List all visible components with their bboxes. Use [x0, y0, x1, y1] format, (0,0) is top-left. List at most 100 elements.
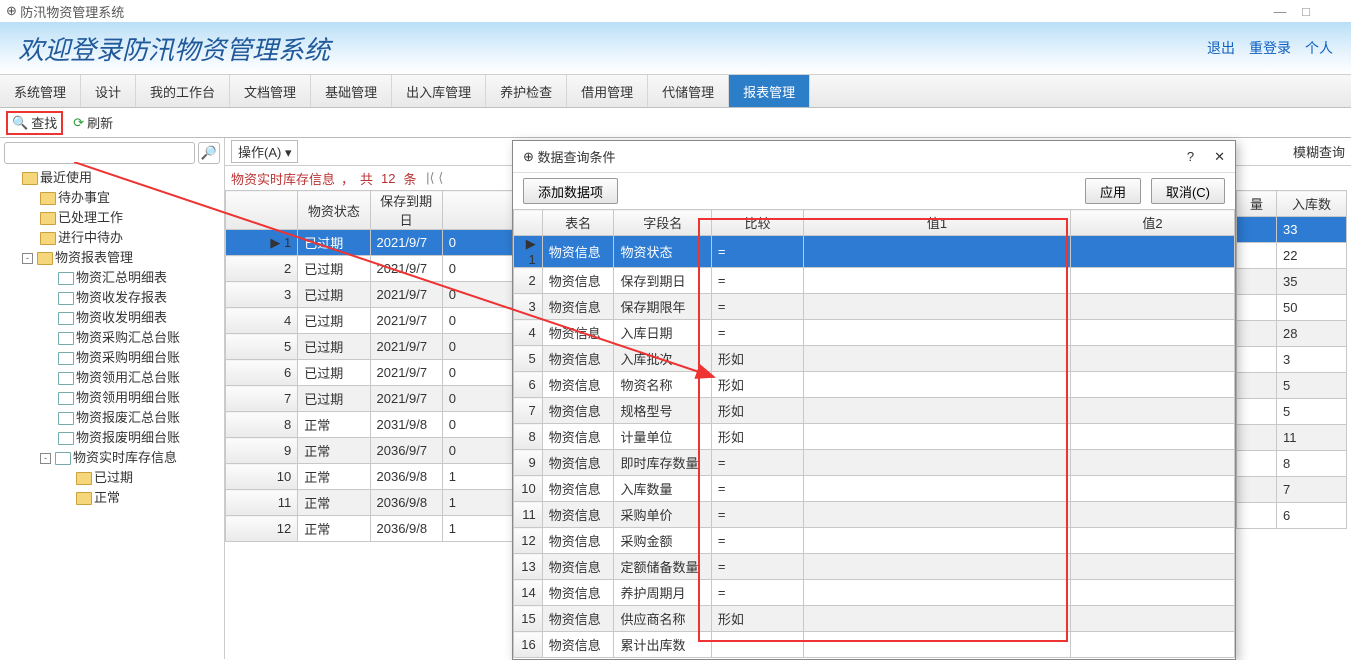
tree-node[interactable]: 物资报废明细台账	[4, 428, 220, 448]
row-header[interactable]: 11	[514, 502, 543, 528]
menu-item[interactable]: 养护检查	[486, 75, 567, 107]
cell[interactable]: 2036/9/7	[370, 438, 442, 464]
cell[interactable]: 物资信息	[542, 528, 614, 554]
cell[interactable]: 定额储备数量	[614, 554, 711, 580]
right-table[interactable]: 量入库数332235502835511876	[1236, 190, 1347, 529]
cell[interactable]: 正常	[298, 516, 370, 542]
cell[interactable]: 物资信息	[542, 476, 614, 502]
cell[interactable]: =	[711, 476, 803, 502]
menu-item[interactable]: 系统管理	[0, 75, 81, 107]
menu-item[interactable]: 报表管理	[729, 75, 810, 107]
cell[interactable]	[1237, 347, 1277, 373]
cell[interactable]: 物资状态	[614, 236, 711, 268]
cell[interactable]: 1	[442, 516, 514, 542]
data-table[interactable]: 物资状态保存到期日▶ 1已过期2021/9/702已过期2021/9/703已过…	[225, 190, 515, 542]
cell[interactable]	[1070, 632, 1234, 658]
cell[interactable]	[1237, 503, 1277, 529]
cell[interactable]: =	[711, 528, 803, 554]
row-header[interactable]: 9	[226, 438, 298, 464]
cell[interactable]: 22	[1277, 243, 1347, 269]
add-item-button[interactable]: 添加数据项	[523, 178, 618, 204]
row-header[interactable]: 4	[226, 308, 298, 334]
cell[interactable]	[1237, 321, 1277, 347]
minimize-button[interactable]: —	[1267, 4, 1293, 19]
cell[interactable]: 采购单价	[614, 502, 711, 528]
cell[interactable]: 物资信息	[542, 450, 614, 476]
menu-item[interactable]: 基础管理	[311, 75, 392, 107]
cell[interactable]: 5	[1277, 373, 1347, 399]
cell[interactable]: 物资信息	[542, 424, 614, 450]
row-header[interactable]: 11	[226, 490, 298, 516]
row-header[interactable]: 15	[514, 606, 543, 632]
cell[interactable]: 物资信息	[542, 398, 614, 424]
apply-button[interactable]: 应用	[1085, 178, 1141, 204]
cell[interactable]: =	[711, 268, 803, 294]
cell[interactable]: 2021/9/7	[370, 386, 442, 412]
cell[interactable]: 入库数量	[614, 476, 711, 502]
row-header[interactable]: 12	[226, 516, 298, 542]
tree-node[interactable]: 物资领用明细台账	[4, 388, 220, 408]
cell[interactable]	[804, 294, 1071, 320]
cell[interactable]: 保存到期日	[614, 268, 711, 294]
cell[interactable]: 2036/9/8	[370, 464, 442, 490]
cell[interactable]: 规格型号	[614, 398, 711, 424]
col-header[interactable]	[442, 191, 514, 230]
cell[interactable]: 50	[1277, 295, 1347, 321]
cell[interactable]	[1237, 295, 1277, 321]
row-header[interactable]: 6	[514, 372, 543, 398]
cell[interactable]: =	[711, 554, 803, 580]
cell[interactable]	[804, 554, 1071, 580]
cell[interactable]: =	[711, 450, 803, 476]
col-header[interactable]: 值2	[1070, 210, 1234, 236]
cell[interactable]: =	[711, 294, 803, 320]
cell[interactable]	[804, 502, 1071, 528]
cell[interactable]: 0	[442, 308, 514, 334]
row-header[interactable]: ▶ 1	[226, 230, 298, 256]
cell[interactable]: 1	[442, 464, 514, 490]
row-header[interactable]: 10	[226, 464, 298, 490]
cell[interactable]: 28	[1277, 321, 1347, 347]
cell[interactable]	[804, 606, 1071, 632]
row-header[interactable]: 7	[226, 386, 298, 412]
cell[interactable]: 物资信息	[542, 268, 614, 294]
cell[interactable]	[1237, 243, 1277, 269]
tree-node[interactable]: 已过期	[4, 468, 220, 488]
cell[interactable]: 物资信息	[542, 320, 614, 346]
cell[interactable]: 7	[1277, 477, 1347, 503]
cell[interactable]: 已过期	[298, 386, 370, 412]
cell[interactable]	[1237, 425, 1277, 451]
cell[interactable]: 物资信息	[542, 294, 614, 320]
cell[interactable]: 2021/9/7	[370, 334, 442, 360]
row-header[interactable]: 2	[226, 256, 298, 282]
cell[interactable]	[1070, 528, 1234, 554]
cell[interactable]: =	[711, 580, 803, 606]
cell[interactable]: 0	[442, 334, 514, 360]
row-header[interactable]: 14	[514, 580, 543, 606]
col-header[interactable]	[226, 191, 298, 230]
cell[interactable]	[1237, 373, 1277, 399]
cell[interactable]: 33	[1277, 217, 1347, 243]
cell[interactable]	[1070, 236, 1234, 268]
query-grid[interactable]: 表名字段名比较值1值2▶ 1物资信息物资状态=2物资信息保存到期日=3物资信息保…	[513, 209, 1235, 658]
tree-node[interactable]: 物资采购汇总台账	[4, 328, 220, 348]
row-header[interactable]: 8	[226, 412, 298, 438]
cell[interactable]: 0	[442, 360, 514, 386]
menu-item[interactable]: 设计	[81, 75, 136, 107]
find-button[interactable]: 🔍 查找	[6, 111, 63, 135]
cell[interactable]: 2021/9/7	[370, 308, 442, 334]
cell[interactable]	[804, 236, 1071, 268]
cell[interactable]: 形如	[711, 398, 803, 424]
cell[interactable]	[1070, 476, 1234, 502]
cell[interactable]	[1237, 477, 1277, 503]
relogin-link[interactable]: 重登录	[1249, 38, 1291, 58]
cell[interactable]	[804, 528, 1071, 554]
cell[interactable]	[1070, 294, 1234, 320]
row-header[interactable]: 2	[514, 268, 543, 294]
cell[interactable]: 2036/9/8	[370, 516, 442, 542]
cell[interactable]: 物资信息	[542, 372, 614, 398]
logout-link[interactable]: 退出	[1207, 38, 1235, 58]
cell[interactable]	[804, 320, 1071, 346]
tree-node[interactable]: 进行中待办	[4, 228, 220, 248]
tree-node[interactable]: 待办事宜	[4, 188, 220, 208]
cell[interactable]: 0	[442, 256, 514, 282]
